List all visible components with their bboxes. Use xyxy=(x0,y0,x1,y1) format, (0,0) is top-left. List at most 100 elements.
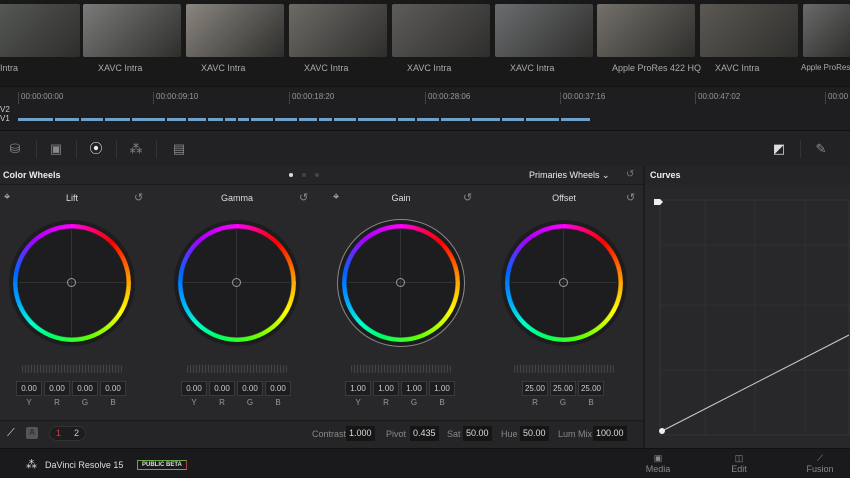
lift-y-field[interactable]: 0.00 xyxy=(16,381,42,396)
gamma-r-field[interactable]: 0.00 xyxy=(209,381,235,396)
sat-field[interactable]: 50.00 xyxy=(463,426,492,441)
offset-r-field[interactable]: 25.00 xyxy=(522,381,548,396)
contrast-field[interactable]: 1.000 xyxy=(346,426,375,441)
timeline-clip[interactable] xyxy=(225,118,237,121)
timeline-clip[interactable] xyxy=(238,118,250,121)
clip-thumbnail[interactable] xyxy=(392,4,490,57)
timeline-clip[interactable] xyxy=(397,118,416,121)
gamma-reset-icon[interactable]: ↺ xyxy=(299,191,308,204)
timeline-clip[interactable] xyxy=(131,118,165,121)
timeline-clip[interactable] xyxy=(208,118,224,121)
lift-master-slider[interactable] xyxy=(22,365,122,373)
lift-reset-icon[interactable]: ↺ xyxy=(134,191,143,204)
offset-b-field[interactable]: 25.00 xyxy=(578,381,604,396)
gain-reset-icon[interactable]: ↺ xyxy=(463,191,472,204)
curves-graph[interactable] xyxy=(645,185,850,448)
gamma-master-slider[interactable] xyxy=(187,365,287,373)
clip-thumbnail[interactable] xyxy=(495,4,593,57)
rgb-mixer-icon[interactable]: ⁂ xyxy=(127,140,145,158)
gain-wheel-handle[interactable] xyxy=(396,278,405,287)
gain-master-slider[interactable] xyxy=(351,365,451,373)
offset-master-slider[interactable] xyxy=(514,365,614,373)
lummix-field[interactable]: 100.00 xyxy=(593,426,627,441)
lift-b-field[interactable]: 0.00 xyxy=(100,381,126,396)
auto-color-button[interactable]: A xyxy=(26,427,38,439)
clip-thumbnail[interactable] xyxy=(700,4,798,57)
timeline-clip[interactable] xyxy=(275,118,298,121)
clip-thumbnail[interactable] xyxy=(597,4,695,57)
timeline-clip[interactable] xyxy=(441,118,470,121)
clip-codec-label: XAVC Intra xyxy=(715,63,760,73)
timeline-clip[interactable] xyxy=(502,118,525,121)
curves-icon[interactable]: ◩ xyxy=(770,140,788,158)
timeline-ruler[interactable]: V2 V1 00:00:00:00 00:00:09:10 00:00:18:20 0… xyxy=(0,86,850,130)
lift-r-field[interactable]: 0.00 xyxy=(44,381,70,396)
clip-codec-label: Intra xyxy=(0,63,19,73)
gain-r-field[interactable]: 1.00 xyxy=(373,381,399,396)
page-tab-fusion[interactable]: ⟋ Fusion xyxy=(800,453,840,474)
lift-color-wheel[interactable] xyxy=(9,220,135,346)
timeline-clip[interactable] xyxy=(55,118,80,121)
gain-b-field[interactable]: 1.00 xyxy=(429,381,455,396)
timeline-clip[interactable] xyxy=(105,118,130,121)
timeline-clip[interactable] xyxy=(251,118,274,121)
timeline-clip[interactable] xyxy=(18,118,54,121)
clip-thumbnail[interactable] xyxy=(186,4,284,57)
page-dot-active[interactable] xyxy=(289,173,293,177)
clip-thumbnail[interactable] xyxy=(0,4,80,57)
lift-y-label: Y xyxy=(26,398,32,407)
gain-picker-icon[interactable]: ⌖ xyxy=(333,191,339,204)
gamma-color-wheel[interactable] xyxy=(174,220,300,346)
color-wheels-icon[interactable]: ⦿ xyxy=(87,140,105,158)
offset-reset-icon[interactable]: ↺ xyxy=(626,191,635,204)
wheels-mode-dropdown[interactable]: Primaries Wheels ⌄ xyxy=(529,170,610,181)
reset-all-icon[interactable]: ↺ xyxy=(626,169,634,180)
offset-g-label: G xyxy=(559,398,567,407)
gamma-g-field[interactable]: 0.00 xyxy=(237,381,263,396)
page-dot[interactable] xyxy=(315,173,319,177)
gain-y-field[interactable]: 1.00 xyxy=(345,381,371,396)
lift-wheel-handle[interactable] xyxy=(67,278,76,287)
timeline-clip[interactable] xyxy=(526,118,560,121)
offset-g-field[interactable]: 25.00 xyxy=(550,381,576,396)
gain-color-wheel[interactable] xyxy=(338,220,464,346)
timeline-clip[interactable] xyxy=(471,118,501,121)
offset-wheel-handle[interactable] xyxy=(559,278,568,287)
page-1-button[interactable]: 1 xyxy=(56,428,61,438)
gamma-y-field[interactable]: 0.00 xyxy=(181,381,207,396)
timeline-clip[interactable] xyxy=(166,118,187,121)
timeline-clip[interactable] xyxy=(358,118,396,121)
lift-picker-icon[interactable]: ⌖ xyxy=(4,191,10,204)
camera-raw-icon[interactable]: ⛁ xyxy=(6,140,24,158)
lift-g-field[interactable]: 0.00 xyxy=(72,381,98,396)
timeline-clip[interactable] xyxy=(561,118,590,121)
wheels-mode-label: Primaries Wheels xyxy=(529,170,600,180)
clip-thumbnail[interactable] xyxy=(803,4,850,57)
pivot-field[interactable]: 0.435 xyxy=(410,426,439,441)
page-tab-label: Edit xyxy=(731,464,747,474)
qualifier-picker-icon[interactable]: ✎ xyxy=(812,140,830,158)
auto-balance-icon[interactable]: ⟋ xyxy=(7,427,15,440)
page-dot[interactable] xyxy=(302,173,306,177)
timeline-clip[interactable] xyxy=(188,118,206,121)
timeline-clip[interactable] xyxy=(417,118,440,121)
hue-field[interactable]: 50.00 xyxy=(520,426,549,441)
timeline-clip[interactable] xyxy=(81,118,104,121)
gamma-wheel-handle[interactable] xyxy=(232,278,241,287)
timeline-clip[interactable] xyxy=(319,118,333,121)
edit-icon: ◫ xyxy=(734,453,744,463)
gain-g-label: G xyxy=(410,398,418,407)
page-2-button[interactable]: 2 xyxy=(74,428,79,438)
clip-thumbnail[interactable] xyxy=(289,4,387,57)
color-match-icon[interactable]: ▣ xyxy=(47,140,65,158)
gamma-b-field[interactable]: 0.00 xyxy=(265,381,291,396)
gain-g-field[interactable]: 1.00 xyxy=(401,381,427,396)
gamma-r-label: R xyxy=(219,398,225,407)
motion-effects-icon[interactable]: ▤ xyxy=(170,140,188,158)
timeline-clip[interactable] xyxy=(334,118,357,121)
page-tab-edit[interactable]: ◫ Edit xyxy=(719,453,759,474)
page-tab-media[interactable]: ▣ Media xyxy=(638,453,678,474)
timeline-clip[interactable] xyxy=(299,118,317,121)
clip-thumbnail[interactable] xyxy=(83,4,181,57)
offset-color-wheel[interactable] xyxy=(501,220,627,346)
